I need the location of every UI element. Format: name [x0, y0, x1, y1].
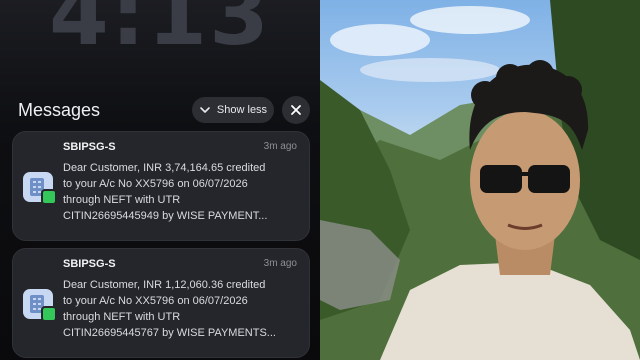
notification-line: to your A/c No XX5796 on 06/07/2026 [63, 295, 248, 307]
notification-line: through NEFT with UTR [63, 194, 181, 206]
notification-body: Dear Customer, INR 1,12,060.36 credited … [63, 277, 303, 341]
selfie-illustration [320, 0, 640, 360]
notification-card[interactable]: SBIPSG-S 3m ago Dear Customer, INR 3,74,… [12, 131, 310, 241]
notification-line: to your A/c No XX5796 on 06/07/2026 [63, 178, 248, 190]
notification-group-title: Messages [18, 100, 101, 120]
messages-app-icon [23, 172, 57, 205]
notification-time: 3m ago [263, 141, 297, 152]
lockscreen-clock: 4:13 [49, 0, 271, 65]
notification-time: 3m ago [263, 258, 297, 269]
notification-body: Dear Customer, INR 3,74,164.65 credited … [63, 160, 303, 224]
notification-card[interactable]: SBIPSG-S 3m ago Dear Customer, INR 1,12,… [12, 248, 310, 358]
selfie-photo [320, 0, 640, 360]
notification-line: through NEFT with UTR [63, 311, 181, 323]
chevron-down-icon [200, 107, 210, 113]
notification-line: CITIN26695445767 by WISE PAYMENTS... [63, 327, 276, 339]
notification-sender: SBIPSG-S [63, 141, 116, 153]
show-less-button[interactable]: Show less [192, 97, 274, 123]
show-less-label: Show less [216, 104, 268, 116]
close-icon [291, 105, 301, 115]
notification-line: Dear Customer, INR 1,12,060.36 credited [63, 279, 266, 291]
notification-line: Dear Customer, INR 3,74,164.65 credited [63, 162, 266, 174]
messages-app-icon [23, 289, 57, 322]
lockscreen-panel: 4:13 Messages Show less SBIPSG-S 3m ago … [0, 0, 320, 360]
close-notifications-button[interactable] [282, 96, 310, 124]
notification-sender: SBIPSG-S [63, 258, 116, 270]
message-badge-icon [41, 189, 57, 205]
message-badge-icon [41, 306, 57, 322]
notification-line: CITIN26695445949 by WISE PAYMENT... [63, 210, 268, 222]
